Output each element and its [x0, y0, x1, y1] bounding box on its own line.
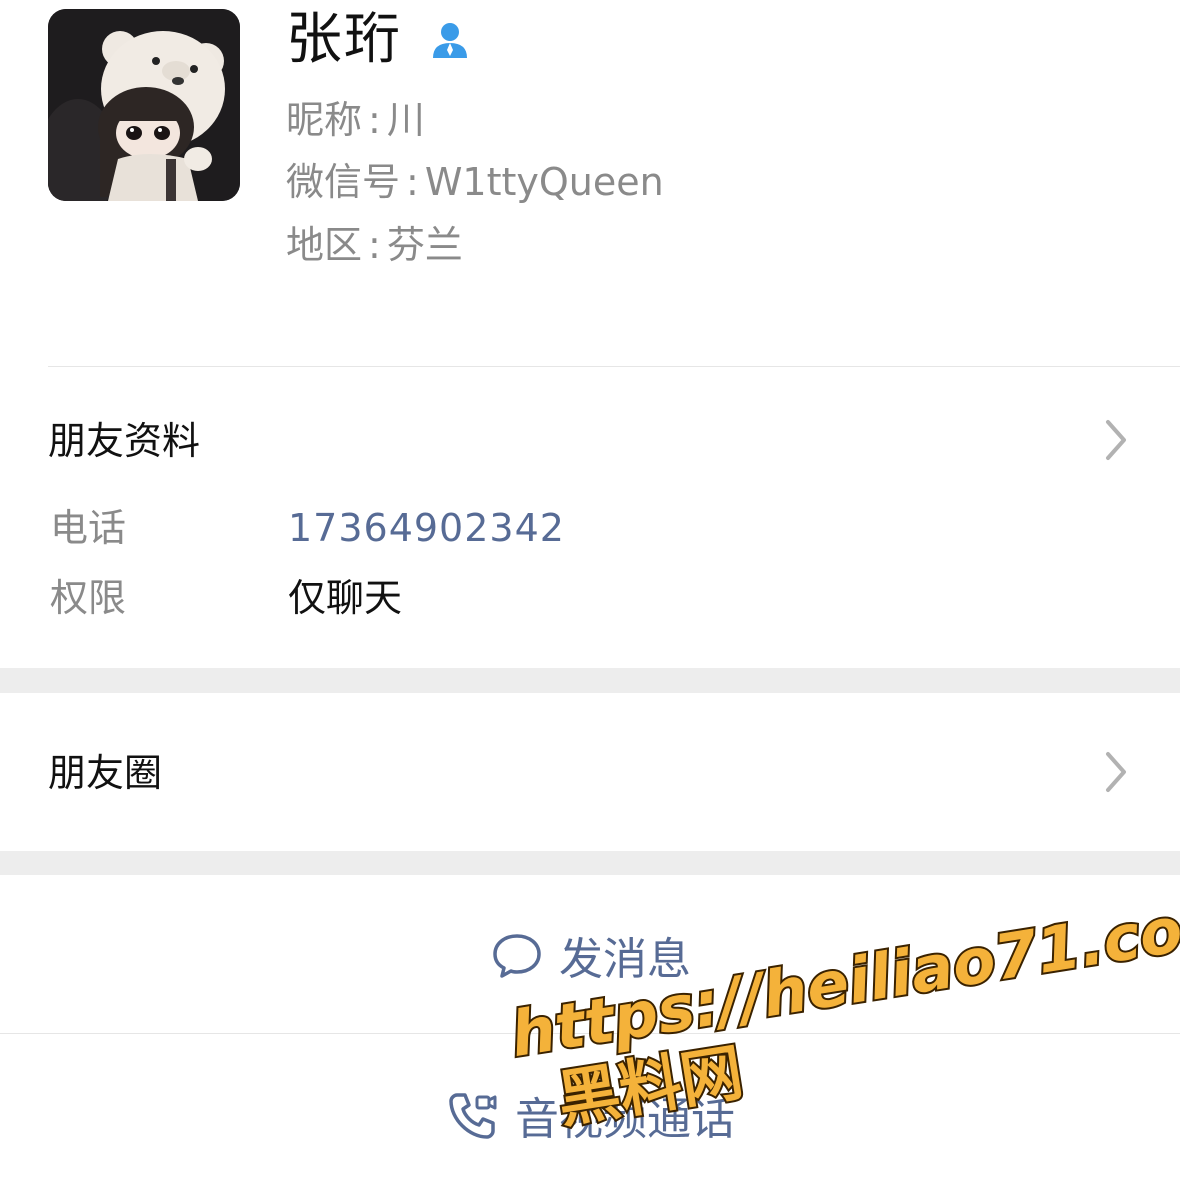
- section-gap: [0, 851, 1180, 875]
- wechat-id-value: W1ttyQueen: [424, 160, 664, 204]
- nickname-line: 昵称: 川: [286, 95, 425, 145]
- chat-bubble-icon: [493, 934, 541, 978]
- chevron-right-icon[interactable]: [1102, 750, 1130, 794]
- header-divider: [48, 366, 1180, 367]
- nickname-separator: :: [368, 98, 381, 142]
- moments-title[interactable]: 朋友圈: [48, 748, 162, 798]
- nickname-label: 昵称: [286, 98, 363, 142]
- contact-profile-page: 张珩 昵称: 川 微信号: W1ttyQueen 地区: 芬兰 朋友资料 电话 173…: [0, 0, 1180, 1180]
- phone-video-icon: [449, 1093, 497, 1139]
- contact-person-icon: [433, 23, 467, 58]
- friend-info-title[interactable]: 朋友资料: [48, 416, 200, 466]
- wechat-id-separator: :: [406, 160, 419, 204]
- phone-label: 电话: [50, 506, 127, 550]
- wechat-id-line: 微信号: W1ttyQueen: [286, 157, 664, 207]
- phone-number-link[interactable]: 17364902342: [288, 503, 565, 553]
- avatar[interactable]: [48, 9, 240, 201]
- profile-name: 张珩: [286, 7, 402, 72]
- nickname-value: 川: [386, 98, 425, 142]
- region-label: 地区: [286, 223, 363, 267]
- chevron-right-icon[interactable]: [1102, 418, 1130, 462]
- wechat-id-label: 微信号: [286, 160, 401, 204]
- section-gap: [0, 668, 1180, 693]
- avatar-illustration: [48, 9, 240, 201]
- permission-value: 仅聊天: [288, 576, 403, 620]
- region-separator: :: [368, 223, 381, 267]
- permission-label: 权限: [50, 576, 127, 620]
- region-value: 芬兰: [386, 223, 463, 267]
- region-line: 地区: 芬兰: [286, 220, 463, 270]
